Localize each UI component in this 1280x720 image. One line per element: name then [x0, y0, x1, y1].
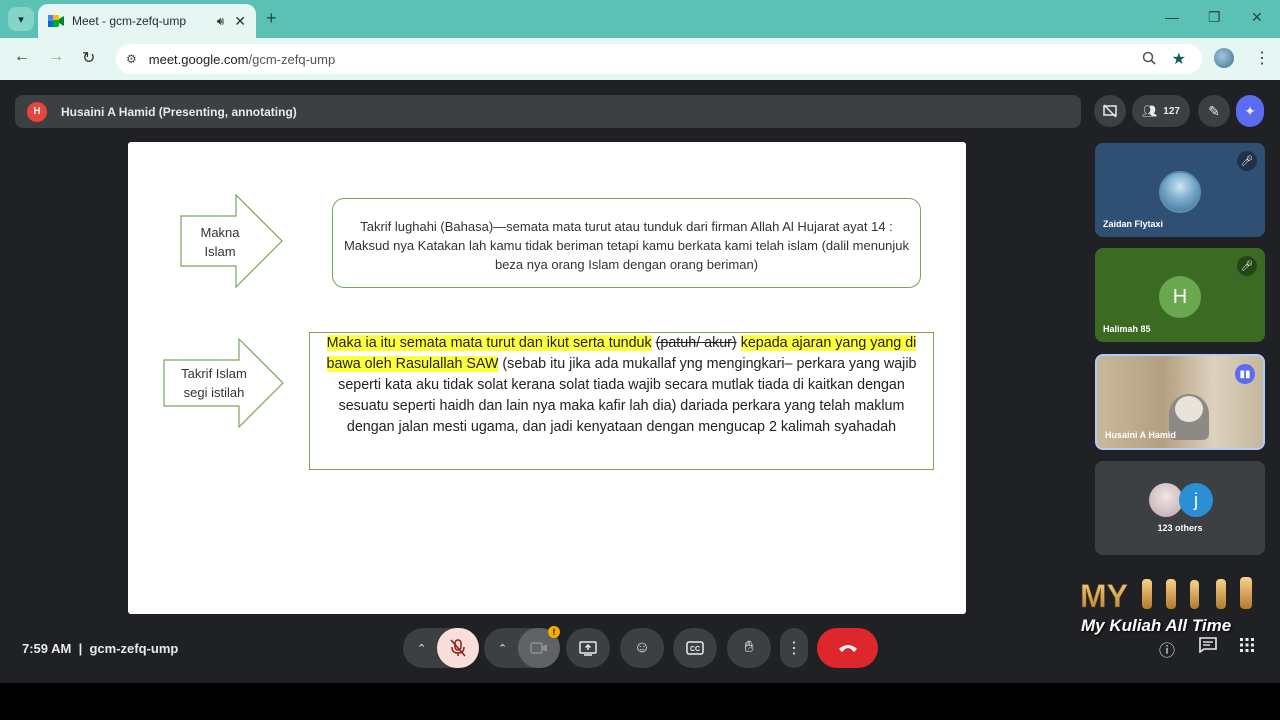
participant-name: Zaidan Flytaxi — [1103, 219, 1164, 229]
avatar: H — [1159, 276, 1201, 318]
participant-count: 127 — [1163, 105, 1180, 117]
close-tab-icon[interactable]: ✕ — [234, 13, 246, 30]
restore-icon[interactable]: ❐ — [1208, 9, 1221, 26]
bookmark-star-icon[interactable]: ★ — [1172, 49, 1186, 69]
chrome-menu-icon[interactable]: ⋮ — [1254, 48, 1270, 68]
arrow-label-makna-islam: Makna Islam — [200, 225, 240, 259]
avatar — [1159, 171, 1201, 213]
mic-off-icon — [450, 639, 466, 657]
captions-button[interactable]: CC — [673, 628, 717, 668]
meeting-info-icon[interactable]: ⓘ — [1159, 637, 1175, 661]
meeting-time-code: 7:59 AM | gcm-zefq-ump — [22, 641, 179, 656]
leave-call-button[interactable] — [817, 628, 878, 668]
emoji-icon: ☺ — [633, 639, 651, 656]
gemini-sparkle-icon[interactable]: ✦ — [1236, 95, 1264, 127]
mic-control-group: ⌃ — [403, 628, 479, 668]
avatar: j — [1179, 483, 1213, 517]
camera-options-chevron-icon[interactable]: ⌃ — [498, 642, 507, 655]
svg-text:CC: CC — [690, 646, 700, 653]
participant-name: Halimah 85 — [1103, 324, 1151, 334]
mic-options-chevron-icon[interactable]: ⌃ — [417, 642, 426, 655]
captions-icon: CC — [686, 641, 704, 655]
minimize-icon[interactable]: — — [1165, 9, 1179, 25]
camera-icon — [530, 642, 547, 654]
browser-tab-meet[interactable]: Meet - gcm-zefq-ump 🔊︎ ✕ — [38, 4, 256, 38]
presentation-off-icon[interactable] — [1094, 95, 1126, 127]
forward-icon[interactable]: → — [48, 48, 64, 66]
logo-letters: MY — [1080, 578, 1128, 610]
participant-tile-zaidan[interactable]: 🎤︎ Zaidan Flytaxi — [1095, 143, 1265, 237]
tab-title: Meet - gcm-zefq-ump — [72, 14, 187, 28]
activities-grid-icon[interactable] — [1239, 637, 1255, 658]
more-options-button[interactable]: ⋮ — [780, 628, 808, 668]
browser-toolbar: ← → ↻ ⚙ meet.google.com/gcm-zefq-ump ★ ⋮ — [0, 38, 1280, 80]
tab-bar: ▾ Meet - gcm-zefq-ump 🔊︎ ✕ + — ❐ ✕ — [0, 0, 1280, 38]
present-screen-button[interactable] — [566, 628, 610, 668]
participant-name: Husaini A Hamid — [1105, 430, 1176, 440]
my-logo-watermark: MY — [1080, 577, 1252, 610]
close-window-icon[interactable]: ✕ — [1251, 9, 1263, 26]
speaker-icon[interactable]: 🔊︎ — [217, 14, 225, 29]
participants-button[interactable]: 👥︎ 127 — [1132, 95, 1190, 127]
hand-icon: ✋︎ — [744, 639, 754, 656]
participant-tile-others[interactable]: j 123 others — [1095, 461, 1265, 555]
chat-icon[interactable] — [1199, 637, 1217, 658]
new-tab-button[interactable]: + — [266, 8, 277, 29]
people-icon: 👥︎ — [1142, 104, 1158, 118]
definition-box-lughahi: Takrif lughahi (Bahasa)—semata mata turu… — [332, 198, 921, 288]
annotate-pen-icon[interactable]: ✎ — [1198, 95, 1230, 127]
camera-control-group: ⌃ ! — [484, 626, 560, 668]
struck-text: (patuh/ akur) — [655, 335, 737, 351]
tab-search-button[interactable]: ▾ — [8, 7, 34, 31]
zoom-icon[interactable] — [1142, 51, 1156, 68]
reload-icon[interactable]: ↻ — [82, 48, 95, 68]
presenter-label: Husaini A Hamid (Presenting, annotating) — [61, 104, 297, 119]
definition-box-istilah: Maka ia itu semata mata turut dan ikut s… — [309, 332, 934, 470]
presenter-bar: H Husaini A Hamid (Presenting, annotatin… — [15, 95, 1081, 128]
mic-off-icon: 🎤︎ — [1237, 151, 1257, 171]
url-text: meet.google.com/gcm-zefq-ump — [148, 51, 336, 67]
head-shape — [1175, 396, 1203, 422]
participant-name: 123 others — [1157, 523, 1203, 533]
meet-favicon-icon — [48, 14, 64, 28]
back-icon[interactable]: ← — [14, 48, 30, 66]
raise-hand-button[interactable]: ✋︎ — [727, 628, 771, 668]
presenter-avatar: H — [27, 101, 47, 122]
speaking-indicator-icon: ▮▮ — [1235, 364, 1255, 384]
participant-tile-halimah[interactable]: H 🎤︎ Halimah 85 — [1095, 248, 1265, 342]
reactions-button[interactable]: ☺ — [620, 628, 664, 668]
end-call-icon — [838, 645, 857, 652]
avatar — [1149, 483, 1183, 517]
mic-off-icon: 🎤︎ — [1237, 256, 1257, 276]
warning-icon: ! — [548, 626, 560, 638]
site-info-icon[interactable]: ⚙ — [126, 52, 137, 66]
profile-avatar[interactable] — [1214, 48, 1234, 68]
more-vert-icon: ⋮ — [786, 640, 802, 657]
present-icon — [579, 640, 597, 656]
address-bar[interactable]: ⚙ meet.google.com/gcm-zefq-ump ★ — [116, 44, 1202, 74]
highlighted-text-1: Maka ia itu semata mata turut dan ikut s… — [326, 335, 652, 351]
arrow-label-takrif-islam: Takrif Islam segi istilah — [181, 366, 247, 400]
chevron-down-icon: ▾ — [18, 13, 24, 26]
participant-tile-husaini[interactable]: ▮▮ Husaini A Hamid — [1095, 354, 1265, 450]
mic-off-button[interactable] — [437, 628, 479, 668]
presentation-slide: Makna Islam Takrif Islam segi istilah Ta… — [128, 142, 966, 614]
meet-controls-bar: 7:59 AM | gcm-zefq-ump ⌃ ⌃ ! ☺ CC ✋︎ ⋮ — [0, 620, 1280, 683]
